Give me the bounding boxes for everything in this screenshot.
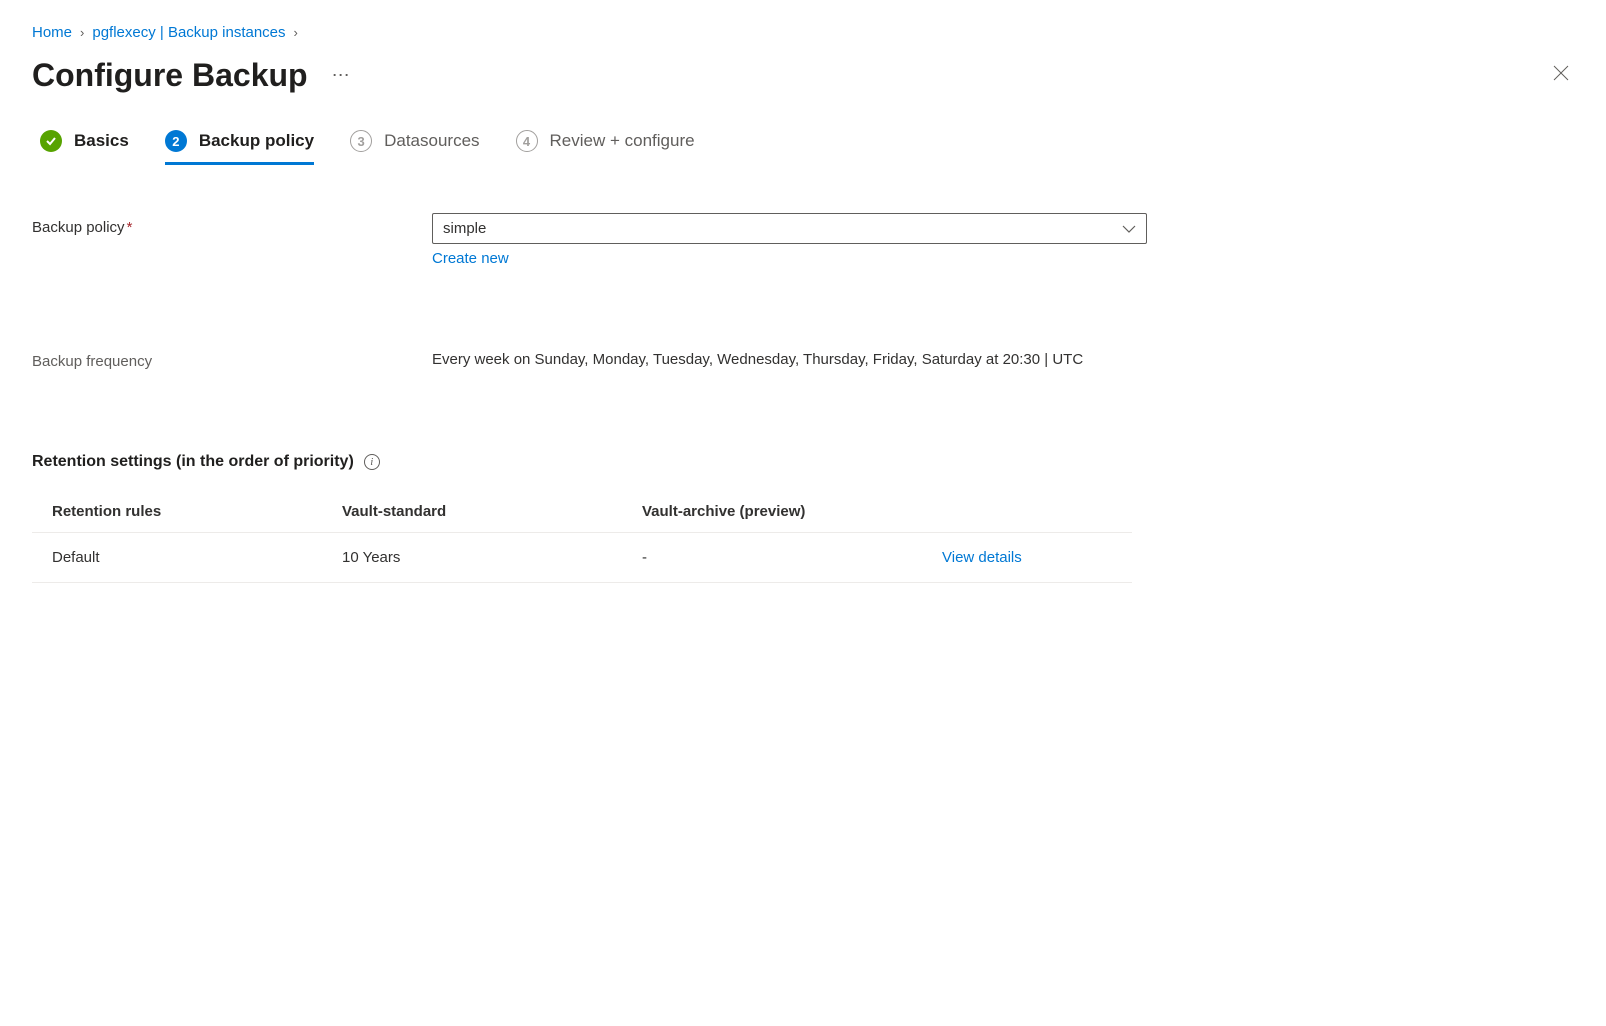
retention-section-title: Retention settings (in the order of prio… <box>32 453 1574 471</box>
table-header: Retention rules Vault-standard Vault-arc… <box>32 491 1132 533</box>
more-actions-button[interactable]: ⋯ <box>324 61 358 90</box>
tab-backup-policy[interactable]: 2 Backup policy <box>165 130 314 165</box>
info-icon[interactable]: i <box>364 454 380 470</box>
col-header-archive: Vault-archive (preview) <box>642 503 942 520</box>
backup-frequency-value: Every week on Sunday, Monday, Tuesday, W… <box>432 347 1083 373</box>
breadcrumb-backup-instances[interactable]: pgflexecy | Backup instances <box>92 24 285 41</box>
col-header-rules: Retention rules <box>52 503 342 520</box>
backup-policy-label: Backup policy* <box>32 213 432 236</box>
col-header-standard: Vault-standard <box>342 503 642 520</box>
cell-standard: 10 Years <box>342 549 642 566</box>
create-new-link[interactable]: Create new <box>432 250 509 267</box>
cell-rule: Default <box>52 549 342 566</box>
tab-datasources-label: Datasources <box>384 131 479 151</box>
step-2-icon: 2 <box>165 130 187 152</box>
cell-archive: - <box>642 549 942 566</box>
tab-basics[interactable]: Basics <box>40 130 129 165</box>
backup-policy-select[interactable]: simple <box>432 213 1147 244</box>
tab-backup-policy-label: Backup policy <box>199 131 314 151</box>
chevron-down-icon <box>1122 222 1136 236</box>
tab-datasources[interactable]: 3 Datasources <box>350 130 479 165</box>
breadcrumb: Home › pgflexecy | Backup instances › <box>32 24 1574 41</box>
tab-review-label: Review + configure <box>550 131 695 151</box>
page-header: Configure Backup ⋯ <box>32 57 1574 94</box>
close-button[interactable] <box>1548 60 1574 92</box>
chevron-right-icon: › <box>294 25 298 40</box>
check-icon <box>40 130 62 152</box>
wizard-tabs: Basics 2 Backup policy 3 Datasources 4 R… <box>32 130 1574 165</box>
chevron-right-icon: › <box>80 25 84 40</box>
tab-review[interactable]: 4 Review + configure <box>516 130 695 165</box>
retention-table: Retention rules Vault-standard Vault-arc… <box>32 491 1132 583</box>
step-4-icon: 4 <box>516 130 538 152</box>
view-details-link[interactable]: View details <box>942 549 1022 566</box>
table-row: Default 10 Years - View details <box>32 533 1132 583</box>
page-title: Configure Backup <box>32 57 308 94</box>
backup-frequency-label: Backup frequency <box>32 347 432 370</box>
backup-policy-value: simple <box>443 220 486 237</box>
required-asterisk: * <box>127 219 133 236</box>
close-icon <box>1552 64 1570 82</box>
breadcrumb-home[interactable]: Home <box>32 24 72 41</box>
step-3-icon: 3 <box>350 130 372 152</box>
tab-basics-label: Basics <box>74 131 129 151</box>
